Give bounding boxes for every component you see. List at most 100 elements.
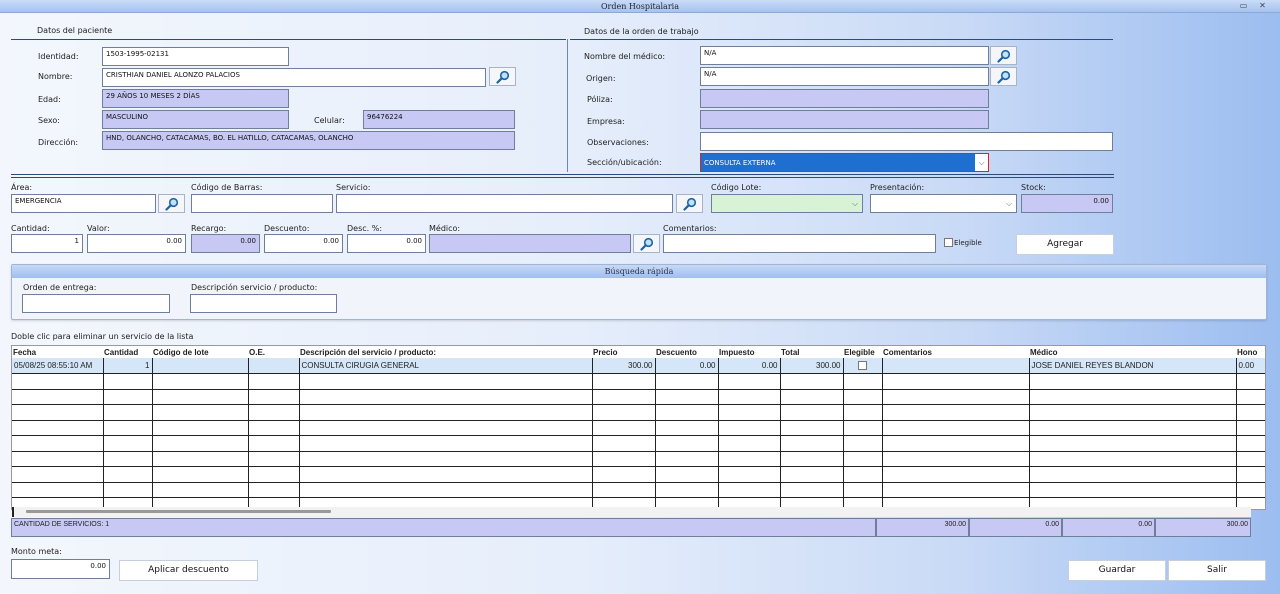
row-elegible-checkbox[interactable] bbox=[858, 361, 867, 371]
table-row[interactable] bbox=[12, 435, 1265, 452]
search-origin-button[interactable] bbox=[990, 67, 1017, 86]
celular-field: 96476224 bbox=[363, 110, 515, 129]
search-service-button[interactable] bbox=[676, 194, 703, 213]
cell-descripcion: CONSULTA CIRUGIA GENERAL bbox=[299, 358, 593, 374]
col-precio[interactable]: Precio bbox=[592, 346, 655, 358]
cantidad-label: Cantidad: bbox=[11, 224, 50, 233]
table-row[interactable] bbox=[12, 404, 1265, 421]
direccion-field: HND, OLANCHO, CATACAMAS, BO. EL HATILLO,… bbox=[102, 131, 515, 150]
chevron-down-icon[interactable]: ⌵ bbox=[975, 154, 988, 171]
seccion-select[interactable]: CONSULTA EXTERNA ⌵ bbox=[700, 153, 989, 172]
celular-label: Celular: bbox=[314, 116, 345, 125]
direccion-label: Dirección: bbox=[38, 138, 79, 147]
recargo-field: 0.00 bbox=[191, 234, 260, 253]
origen-field[interactable]: N/A bbox=[700, 67, 989, 86]
nombre-field[interactable]: CRISTHIAN DANIEL ALONZO PALACIOS bbox=[102, 68, 486, 87]
cantidad-field[interactable]: 1 bbox=[11, 234, 83, 253]
cell-honorarios: 0.00 bbox=[1236, 358, 1265, 374]
area-label: Área: bbox=[11, 183, 33, 192]
monto-meta-label: Monto meta: bbox=[11, 547, 62, 556]
col-fecha[interactable]: Fecha bbox=[12, 346, 103, 358]
medico-orden-field[interactable]: N/A bbox=[700, 46, 989, 65]
cell-elegible[interactable] bbox=[843, 358, 883, 374]
search-icon bbox=[495, 70, 509, 84]
col-codigo-lote[interactable]: Código de lote bbox=[152, 346, 248, 358]
form-divider-1 bbox=[11, 174, 1114, 175]
col-total[interactable]: Total bbox=[780, 346, 843, 358]
desc-pct-label: Desc. %: bbox=[347, 224, 383, 233]
table-row[interactable] bbox=[12, 389, 1265, 405]
cell-precio: 300.00 bbox=[592, 358, 656, 374]
aplicar-descuento-button[interactable]: Aplicar descuento bbox=[119, 560, 258, 581]
table-row[interactable] bbox=[12, 373, 1265, 390]
search-doctor-button[interactable] bbox=[990, 46, 1017, 65]
close-icon[interactable]: ✕ bbox=[1257, 1, 1268, 11]
agregar-button[interactable]: Agregar bbox=[1016, 234, 1114, 255]
col-cantidad[interactable]: Cantidad bbox=[103, 346, 152, 358]
search-icon bbox=[164, 197, 178, 211]
section-separator bbox=[567, 39, 568, 172]
table-row[interactable] bbox=[12, 420, 1265, 436]
col-elegible[interactable]: Elegible bbox=[843, 346, 882, 358]
chevron-down-icon[interactable]: ⌵ bbox=[852, 200, 860, 208]
valor-field[interactable]: 0.00 bbox=[87, 234, 186, 253]
restore-icon[interactable]: ▭ bbox=[1238, 1, 1249, 11]
orden-entrega-label: Orden de entrega: bbox=[23, 283, 97, 292]
servicio-field[interactable] bbox=[336, 194, 673, 213]
search-area-button[interactable] bbox=[158, 194, 185, 213]
codigo-barras-label: Código de Barras: bbox=[191, 183, 263, 192]
servicio-label: Servicio: bbox=[336, 183, 371, 192]
guardar-button[interactable]: Guardar bbox=[1068, 560, 1166, 581]
horizontal-scrollbar[interactable] bbox=[12, 507, 1251, 517]
search-icon bbox=[682, 197, 696, 211]
patient-section-divider bbox=[11, 39, 566, 40]
salir-button[interactable]: Salir bbox=[1168, 560, 1266, 581]
col-descuento[interactable]: Descuento bbox=[655, 346, 718, 358]
descuento-field[interactable]: 0.00 bbox=[264, 234, 343, 253]
cell-comentarios bbox=[882, 358, 1030, 374]
observaciones-field[interactable] bbox=[700, 132, 1113, 151]
col-medico[interactable]: Médico bbox=[1029, 346, 1236, 358]
codigo-lote-select[interactable]: ⌵ bbox=[711, 194, 863, 213]
search-patient-button[interactable] bbox=[489, 67, 516, 86]
presentacion-label: Presentación: bbox=[870, 183, 925, 192]
chevron-down-icon[interactable]: ⌵ bbox=[1006, 200, 1014, 208]
comentarios-label: Comentarios: bbox=[663, 224, 717, 233]
comentarios-field[interactable] bbox=[663, 234, 936, 253]
checkbox-box[interactable] bbox=[944, 238, 953, 247]
orden-entrega-field[interactable] bbox=[22, 294, 170, 313]
stock-label: Stock: bbox=[1021, 183, 1046, 192]
search-service-doctor-button[interactable] bbox=[633, 234, 660, 253]
monto-meta-field[interactable]: 0.00 bbox=[11, 559, 110, 579]
title-bar: Orden Hospitalaria ▭ ✕ bbox=[0, 0, 1280, 13]
cell-total: 300.00 bbox=[780, 358, 844, 374]
table-row[interactable] bbox=[12, 466, 1265, 483]
codigo-barras-field[interactable] bbox=[191, 194, 333, 213]
col-impuesto[interactable]: Impuesto bbox=[718, 346, 780, 358]
valor-label: Valor: bbox=[87, 224, 110, 233]
col-descripcion[interactable]: Descripción del servicio / producto: bbox=[299, 346, 592, 358]
scrollbar-thumb[interactable] bbox=[26, 510, 331, 513]
elegible-checkbox[interactable]: Elegible bbox=[944, 238, 982, 247]
nombre-label: Nombre: bbox=[38, 72, 73, 81]
col-honorarios[interactable]: Hono bbox=[1236, 346, 1265, 358]
services-grid[interactable]: Fecha Cantidad Código de lote O.E. Descr… bbox=[11, 345, 1266, 510]
desc-pct-field[interactable]: 0.00 bbox=[347, 234, 426, 253]
order-section-divider bbox=[570, 39, 1113, 40]
table-row[interactable] bbox=[12, 482, 1265, 498]
col-oe[interactable]: O.E. bbox=[248, 346, 299, 358]
descripcion-field[interactable] bbox=[190, 294, 337, 313]
window-title: Orden Hospitalaria bbox=[601, 2, 679, 11]
search-icon bbox=[996, 49, 1010, 63]
table-row[interactable]: 05/08/25 08:55:10 AM 1 CONSULTA CIRUGIA … bbox=[12, 358, 1265, 374]
table-row[interactable] bbox=[12, 451, 1265, 467]
codigo-lote-label: Código Lote: bbox=[711, 183, 762, 192]
col-comentarios[interactable]: Comentarios bbox=[882, 346, 1029, 358]
total-descuento: 0.00 bbox=[969, 518, 1062, 537]
presentacion-select[interactable]: ⌵ bbox=[870, 194, 1017, 213]
empresa-label: Empresa: bbox=[587, 117, 625, 126]
identidad-field[interactable]: 1503-1995-02131 bbox=[102, 47, 289, 66]
edad-label: Edad: bbox=[38, 95, 61, 104]
edad-field: 29 AÑOS 10 MESES 2 DÍAS bbox=[102, 89, 289, 108]
area-field[interactable]: EMERGENCIA bbox=[11, 194, 156, 213]
